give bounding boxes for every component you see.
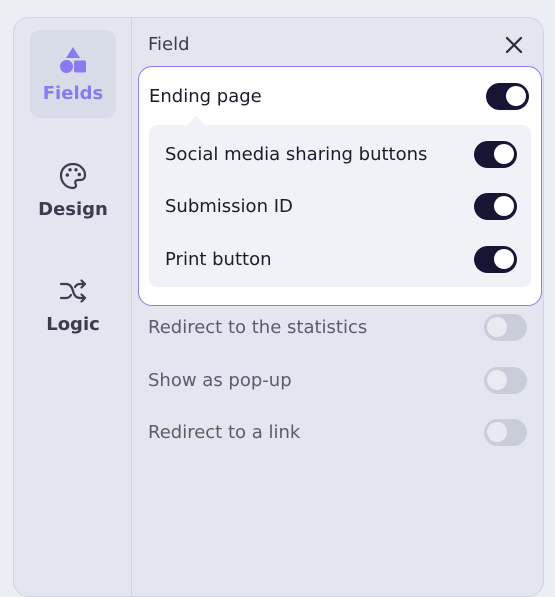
setting-show-as-popup: Show as pop-up <box>148 365 527 395</box>
close-button[interactable] <box>503 34 525 56</box>
shuffle-icon <box>59 278 87 303</box>
rail-item-label: Fields <box>42 82 104 104</box>
social-media-sharing-toggle[interactable] <box>474 140 517 168</box>
rail-item-design[interactable]: Design <box>30 146 116 234</box>
option-submission-id: Submission ID <box>165 190 517 222</box>
shapes-icon <box>60 46 86 73</box>
setting-label: Redirect to the statistics <box>148 316 368 338</box>
ending-page-row: Ending page <box>149 80 529 112</box>
submission-id-toggle[interactable] <box>474 192 517 220</box>
ending-page-card: Ending page Social media sharing buttons… <box>138 66 542 306</box>
redirect-link-toggle[interactable] <box>484 418 527 446</box>
show-as-popup-toggle[interactable] <box>484 366 527 394</box>
sidebar-rail: Fields Design Logic <box>14 18 132 596</box>
setting-redirect-statistics: Redirect to the statistics <box>148 312 527 342</box>
settings-panel: Fields Design Logic Field Ending page So… <box>13 17 544 597</box>
rail-item-logic[interactable]: Logic <box>30 261 116 349</box>
option-label: Submission ID <box>165 195 293 217</box>
option-label: Social media sharing buttons <box>165 143 428 165</box>
rail-item-label: Logic <box>46 313 100 335</box>
rail-item-label: Design <box>38 198 108 220</box>
panel-title: Field <box>148 34 190 55</box>
ending-page-options: Social media sharing buttons Submission … <box>149 116 531 287</box>
option-print-button: Print button <box>165 243 517 275</box>
redirect-statistics-toggle[interactable] <box>484 313 527 341</box>
option-social-media-sharing: Social media sharing buttons <box>165 138 517 170</box>
ending-page-label: Ending page <box>149 85 262 107</box>
close-icon <box>505 36 523 54</box>
option-label: Print button <box>165 248 272 270</box>
field-settings: Field Ending page Social media sharing b… <box>133 18 543 596</box>
setting-redirect-link: Redirect to a link <box>148 417 527 447</box>
print-button-toggle[interactable] <box>474 245 517 273</box>
setting-label: Redirect to a link <box>148 421 301 443</box>
setting-label: Show as pop-up <box>148 369 292 391</box>
ending-page-toggle[interactable] <box>486 82 529 110</box>
palette-icon <box>59 162 87 189</box>
rail-item-fields[interactable]: Fields <box>30 30 116 118</box>
